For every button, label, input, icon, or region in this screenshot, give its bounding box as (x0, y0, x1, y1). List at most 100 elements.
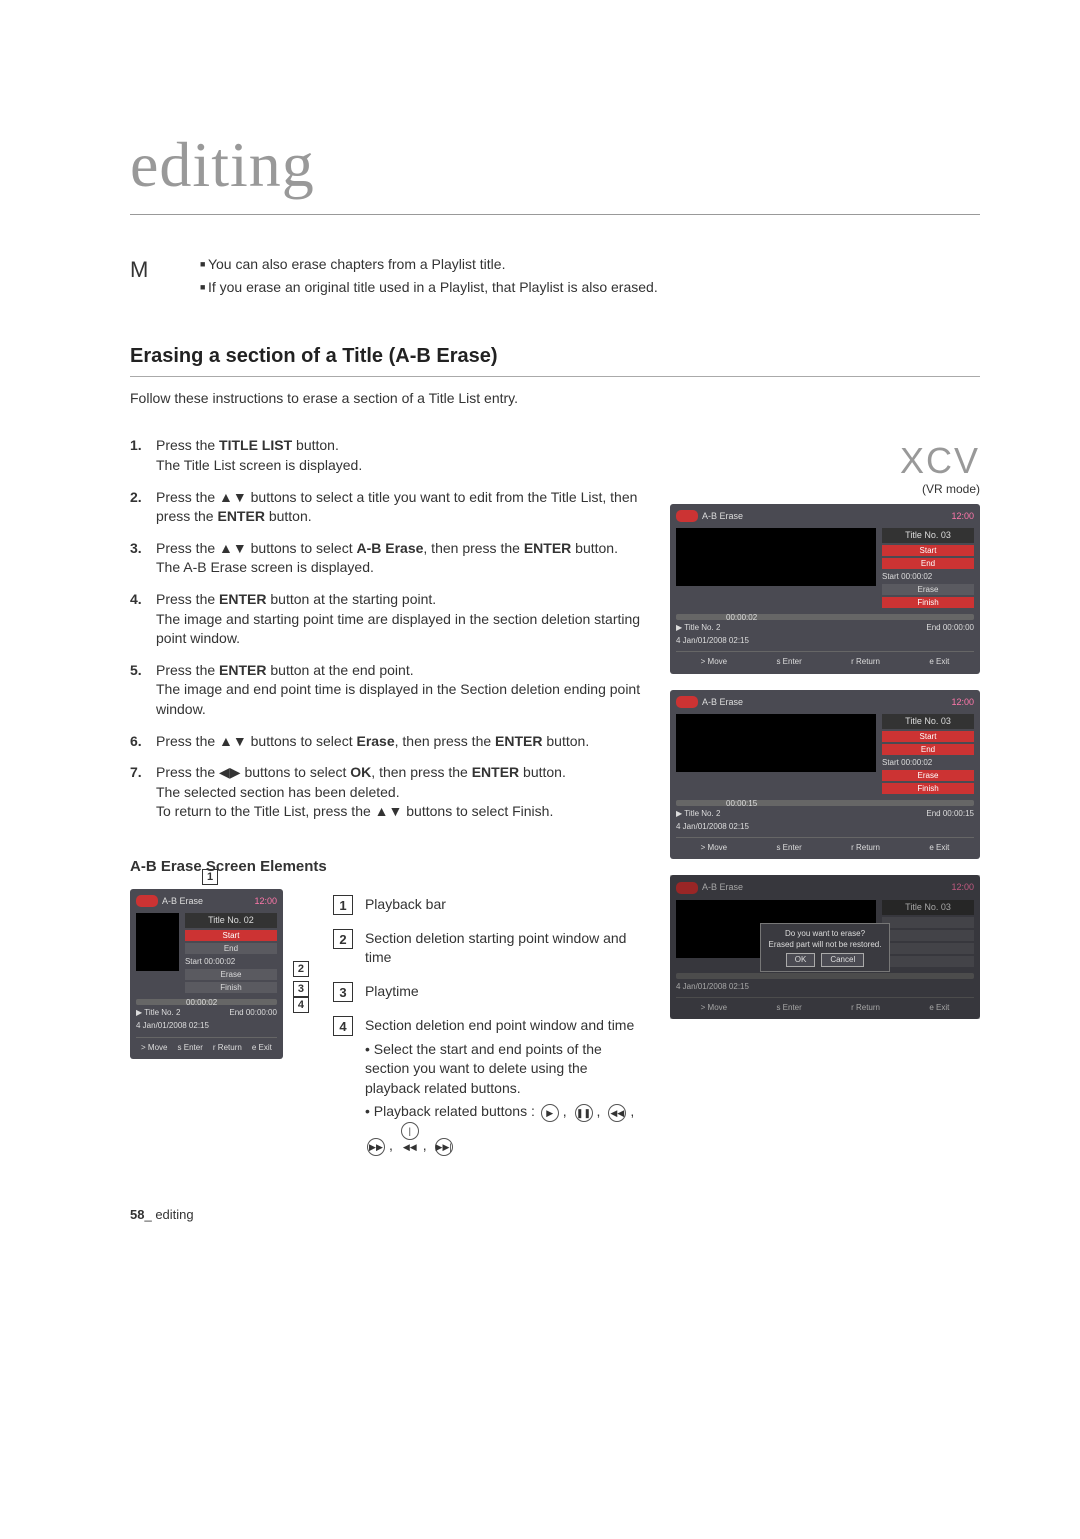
end-button[interactable]: End (185, 943, 277, 954)
meta-title: Title No. 2 (684, 809, 720, 818)
legend-return: r Return (851, 842, 880, 853)
play-time: 00:00:15 (726, 798, 757, 809)
step-body: Press the ▲▼ buttons to select a title y… (156, 488, 646, 527)
skip-fwd-icon: ▶▶| (435, 1138, 453, 1156)
cancel-button[interactable]: Cancel (821, 953, 864, 966)
legend-num: 2 (333, 929, 353, 949)
disc-icon (676, 696, 698, 708)
legend-move: > Move (141, 1042, 167, 1053)
panel-title: A-B Erase (162, 895, 203, 908)
legend-exit: e Exit (252, 1042, 272, 1053)
page-footer: 58_ editing (130, 1206, 980, 1224)
legend-text: Section deletion starting point window a… (365, 929, 646, 968)
chapter-title: editing (130, 120, 980, 215)
panel-clock: 12:00 (951, 696, 974, 709)
note-line-1: You can also erase chapters from a Playl… (200, 255, 658, 275)
legend-num: 3 (333, 982, 353, 1002)
start-time-label: Start 00:00:02 (882, 571, 974, 582)
preview-area (136, 913, 179, 971)
end-button[interactable]: End (882, 744, 974, 755)
elements-legend: 1 Playback bar 2 Section deletion starting… (333, 895, 646, 1171)
finish-button[interactable]: Finish (882, 783, 974, 794)
start-button[interactable]: Start (185, 930, 277, 941)
legend-return: r Return (213, 1042, 242, 1053)
legend-enter: s Enter (776, 656, 801, 667)
legend-sub: • Playback related buttons : (365, 1103, 535, 1119)
legend-num: 1 (333, 895, 353, 915)
play-time: 00:00:02 (186, 997, 217, 1008)
title-number: Title No. 03 (882, 528, 974, 543)
start-time-label: Start 00:00:02 (185, 956, 277, 967)
preview-area (676, 528, 876, 586)
callout-1: 1 (202, 869, 218, 885)
fastfwd-icon: ▶▶ (367, 1138, 385, 1156)
erase-button[interactable]: Erase (185, 969, 277, 980)
legend-exit: e Exit (929, 842, 949, 853)
note-mark: M (130, 255, 200, 302)
legend-text: Section deletion end point window and ti… (365, 1017, 634, 1033)
footer-label: editing (155, 1207, 193, 1222)
legend-num: 4 (333, 1016, 353, 1036)
pause-icon: ❚❚ (575, 1104, 593, 1122)
step-body: Press the ENTER button at the starting p… (156, 590, 646, 649)
callout-3: 3 (293, 981, 309, 997)
panel-title: A-B Erase (702, 696, 743, 709)
erase-button[interactable]: Erase (882, 584, 974, 595)
step-body: Press the ◀▶ buttons to select OK, then … (156, 763, 566, 822)
disc-icon (676, 510, 698, 522)
playback-bar[interactable]: 00:00:15 (676, 800, 974, 806)
step-body: Press the TITLE LIST button.The Title Li… (156, 436, 362, 475)
meta-date: 4 Jan/01/2008 02:15 (136, 1020, 209, 1031)
modal-subtext: Erased part will not be restored. (769, 939, 882, 950)
panel-title: A-B Erase (702, 510, 743, 523)
meta-title: Title No. 2 (684, 623, 720, 632)
erase-button[interactable]: Erase (882, 770, 974, 781)
step-body: Press the ▲▼ buttons to select Erase, th… (156, 732, 589, 752)
legend-text: Playtime (365, 982, 419, 1002)
erase-confirm-modal: Do you want to erase? Erased part will n… (670, 875, 980, 1019)
end-time-label: End 00:00:00 (926, 622, 974, 633)
legend-text: Playback bar (365, 895, 446, 915)
xcv-label: XCV (670, 436, 980, 486)
legend-exit: e Exit (929, 656, 949, 667)
panel-clock: 12:00 (254, 895, 277, 908)
play-icon: ▶ (541, 1104, 559, 1122)
callout-4: 4 (293, 997, 309, 1013)
legend-return: r Return (851, 656, 880, 667)
step-body: Press the ENTER button at the end point.… (156, 661, 646, 720)
play-time: 00:00:02 (726, 612, 757, 623)
step-num: 6. (130, 732, 156, 752)
section-heading: Erasing a section of a Title (A-B Erase) (130, 342, 980, 377)
vr-mode-label: (VR mode) (670, 481, 980, 498)
step-num: 1. (130, 436, 156, 475)
start-button[interactable]: Start (882, 731, 974, 742)
ab-erase-panel-diagram: A-B Erase 12:00 Title No. 02 Start End S… (130, 889, 283, 1059)
start-button[interactable]: Start (882, 545, 974, 556)
ab-erase-panel-2: A-B Erase12:00 Title No. 03 Start End St… (670, 690, 980, 860)
skip-back-icon: |◀◀ (401, 1122, 419, 1140)
step-body: Press the ▲▼ buttons to select A-B Erase… (156, 539, 618, 578)
playback-bar[interactable]: 00:00:02 (136, 999, 277, 1005)
page-number: 58 (130, 1207, 144, 1222)
note-line-2: If you erase an original title used in a… (200, 278, 658, 298)
ab-erase-panel-3: A-B Erase12:00 Title No. 03 4 Jan/01/200… (670, 875, 980, 1019)
steps-list: 1.Press the TITLE LIST button.The Title … (130, 436, 646, 822)
disc-icon (136, 895, 158, 907)
meta-date: 4 Jan/01/2008 02:15 (676, 821, 749, 832)
finish-button[interactable]: Finish (882, 597, 974, 608)
note-block: M You can also erase chapters from a Pla… (130, 255, 980, 302)
ok-button[interactable]: OK (786, 953, 816, 966)
end-time-label: End 00:00:15 (926, 808, 974, 819)
playback-bar[interactable]: 00:00:02 (676, 614, 974, 620)
modal-question: Do you want to erase? (769, 928, 882, 939)
meta-date: 4 Jan/01/2008 02:15 (676, 635, 749, 646)
title-number: Title No. 03 (882, 714, 974, 729)
end-button[interactable]: End (882, 558, 974, 569)
meta-title: Title No. 2 (144, 1008, 180, 1017)
step-num: 3. (130, 539, 156, 578)
panel-clock: 12:00 (951, 510, 974, 523)
legend-move: > Move (701, 656, 727, 667)
ab-erase-panel-1: A-B Erase 12:00 Title No. 03 Start End St… (670, 504, 980, 674)
step-num: 5. (130, 661, 156, 720)
finish-button[interactable]: Finish (185, 982, 277, 993)
